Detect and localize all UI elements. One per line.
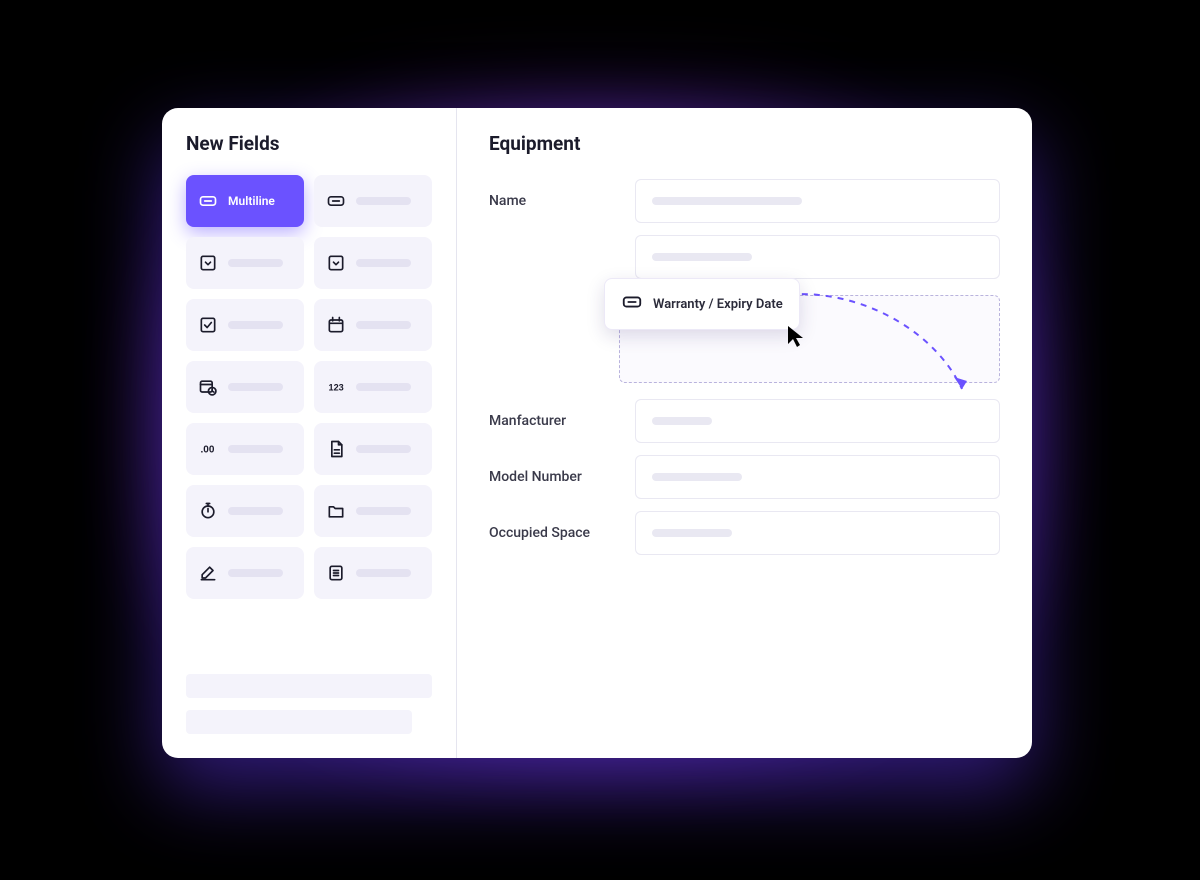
tile-skeleton: [356, 197, 411, 205]
tile-skeleton: [228, 445, 283, 453]
field-type-tile[interactable]: [186, 547, 304, 599]
field-label: Name: [489, 193, 619, 209]
text-box-icon: [198, 191, 218, 211]
field-type-tile[interactable]: 123: [314, 361, 432, 413]
dragging-field-chip[interactable]: Warranty / Expiry Date: [604, 278, 800, 330]
field-type-tile[interactable]: [186, 485, 304, 537]
file-icon: [326, 439, 346, 459]
form-field-row: .: [489, 235, 1000, 279]
input-skeleton: [652, 417, 712, 425]
field-type-tile[interactable]: [314, 485, 432, 537]
field-type-tile[interactable]: [186, 361, 304, 413]
calendar-clock-icon: [198, 377, 218, 397]
form-builder-panel: New Fields Multiline 123 .00 Equipment Nam…: [162, 108, 1032, 758]
field-input[interactable]: [635, 399, 1000, 443]
input-skeleton: [652, 529, 732, 537]
field-input[interactable]: [635, 235, 1000, 279]
field-type-tile[interactable]: [314, 175, 432, 227]
form-field-row: Name: [489, 179, 1000, 223]
input-skeleton: [652, 197, 802, 205]
field-type-tile[interactable]: [314, 237, 432, 289]
cursor-pointer-icon: [786, 324, 808, 350]
tile-skeleton: [228, 259, 283, 267]
field-type-tile[interactable]: Multiline: [186, 175, 304, 227]
drop-zone[interactable]: .Warranty / Expiry Date: [489, 291, 1000, 387]
form-field-row: Model Number: [489, 455, 1000, 499]
sidebar-footer: [186, 674, 432, 734]
timer-icon: [198, 501, 218, 521]
svg-text:123: 123: [329, 382, 344, 392]
dropdown-icon: [326, 253, 346, 273]
text-box-icon: [621, 291, 643, 317]
footer-skeleton: [186, 710, 412, 734]
field-label: Model Number: [489, 469, 619, 485]
field-input[interactable]: [635, 455, 1000, 499]
tile-skeleton: [356, 569, 411, 577]
field-type-tile[interactable]: .00: [186, 423, 304, 475]
field-label: Occupied Space: [489, 525, 619, 541]
checkbox-icon: [198, 315, 218, 335]
field-input[interactable]: [635, 511, 1000, 555]
tile-skeleton: [356, 321, 411, 329]
sidebar-title: New Fields: [186, 132, 432, 155]
folder-icon: [326, 501, 346, 521]
form-field-row: Occupied Space: [489, 511, 1000, 555]
field-label: Manfacturer: [489, 413, 619, 429]
tile-skeleton: [356, 445, 411, 453]
form-field-row: Manfacturer: [489, 399, 1000, 443]
number-icon: 123: [326, 377, 346, 397]
tile-skeleton: [228, 383, 283, 391]
tile-skeleton: [228, 569, 283, 577]
field-input[interactable]: [635, 179, 1000, 223]
field-type-tile[interactable]: [314, 299, 432, 351]
dropdown-icon: [198, 253, 218, 273]
field-type-tile[interactable]: [314, 547, 432, 599]
text-box-icon: [326, 191, 346, 211]
tile-skeleton: [356, 383, 411, 391]
input-skeleton: [652, 473, 742, 481]
form-title: Equipment: [489, 132, 1000, 155]
calendar-icon: [326, 315, 346, 335]
footer-skeleton: [186, 674, 432, 698]
tile-skeleton: [228, 321, 283, 329]
tile-skeleton: [356, 507, 411, 515]
form-canvas: Equipment Name. .Warranty / Expiry Date Ma…: [457, 108, 1032, 758]
tile-skeleton: [228, 507, 283, 515]
svg-text:.00: .00: [201, 444, 215, 455]
list-icon: [326, 563, 346, 583]
chip-label: Warranty / Expiry Date: [653, 297, 783, 312]
tile-skeleton: [356, 259, 411, 267]
field-type-tile[interactable]: [186, 299, 304, 351]
edit-icon: [198, 563, 218, 583]
tile-label: Multiline: [228, 194, 275, 208]
new-fields-sidebar: New Fields Multiline 123 .00: [162, 108, 457, 758]
field-type-tile[interactable]: [186, 237, 304, 289]
input-skeleton: [652, 253, 752, 261]
decimal-icon: .00: [198, 439, 218, 459]
field-type-tile[interactable]: [314, 423, 432, 475]
